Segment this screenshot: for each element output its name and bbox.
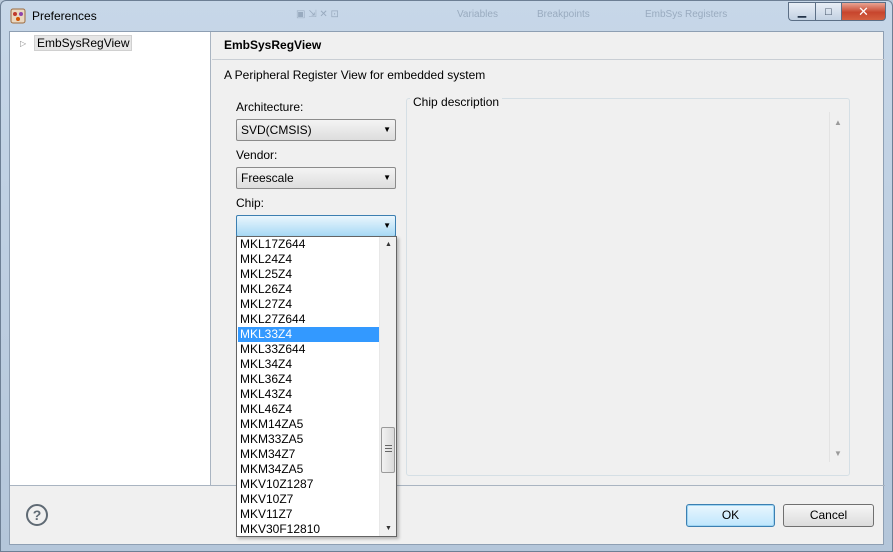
chip-option[interactable]: MKM34Z7 xyxy=(238,447,379,462)
preferences-app-icon xyxy=(10,8,26,24)
chip-option[interactable]: MKV10Z1287 xyxy=(238,477,379,492)
chip-option[interactable]: MKL27Z644 xyxy=(238,312,379,327)
chip-option[interactable]: MKL43Z4 xyxy=(238,387,379,402)
chip-option[interactable]: MKL17Z644 xyxy=(238,237,379,252)
chip-option[interactable]: MKL27Z4 xyxy=(238,297,379,312)
page-description: A Peripheral Register View for embedded … xyxy=(224,68,486,82)
vendor-select[interactable]: Freescale ▼ xyxy=(236,167,396,189)
chip-option[interactable]: MKM14ZA5 xyxy=(238,417,379,432)
tree-item-label: EmbSysRegView xyxy=(34,35,133,51)
close-icon: ✕ xyxy=(858,3,869,19)
cancel-button[interactable]: Cancel xyxy=(783,504,874,527)
title-separator xyxy=(212,59,885,60)
ghost-toolbar: ▣ ⇲ ✕ ⊡ xyxy=(296,9,339,20)
dialog-client-area: ▷ EmbSysRegView EmbSysRegView A Peripher… xyxy=(9,31,885,545)
vendor-label: Vendor: xyxy=(236,148,278,162)
chip-option[interactable]: MKV10Z7 xyxy=(238,492,379,507)
help-icon: ? xyxy=(32,507,42,523)
window-title: Preferences xyxy=(32,9,97,23)
preferences-tree[interactable]: ▷ EmbSysRegView xyxy=(10,32,211,485)
dropdown-scrollbar[interactable]: ▲ ▼ xyxy=(379,237,396,536)
page-title: EmbSysRegView xyxy=(224,38,322,52)
chip-option[interactable]: MKL34Z4 xyxy=(238,357,379,372)
grip-icon xyxy=(385,445,392,452)
chevron-down-icon: ▼ xyxy=(383,125,391,134)
chip-option[interactable]: MKL36Z4 xyxy=(238,372,379,387)
help-button[interactable]: ? xyxy=(26,504,48,526)
chip-option[interactable]: MKV30F12810 xyxy=(238,522,379,536)
scroll-down-icon[interactable]: ▼ xyxy=(834,449,842,458)
chip-option[interactable]: MKL26Z4 xyxy=(238,282,379,297)
chip-dropdown-list[interactable]: MKL17Z644 MKL24Z4 MKL25Z4 MKL26Z4 MKL27Z4 MKL… xyxy=(236,236,397,537)
chip-label: Chip: xyxy=(236,196,265,210)
chip-option[interactable]: MKL46Z4 xyxy=(238,402,379,417)
chip-option[interactable]: MKM33ZA5 xyxy=(238,432,379,447)
bottom-separator xyxy=(10,485,885,486)
minimize-button[interactable]: ▁ xyxy=(788,2,815,21)
architecture-value: SVD(CMSIS) xyxy=(241,123,312,137)
close-button[interactable]: ✕ xyxy=(841,2,886,21)
architecture-select[interactable]: SVD(CMSIS) ▼ xyxy=(236,119,396,141)
chip-description-text[interactable]: ▲ ▼ xyxy=(412,112,848,462)
chip-option[interactable]: MKL33Z4 xyxy=(238,327,379,342)
tree-item-embsysregview[interactable]: ▷ EmbSysRegView xyxy=(20,35,133,51)
chip-description-scrollbar[interactable]: ▲ ▼ xyxy=(829,112,846,462)
expand-arrow-icon[interactable]: ▷ xyxy=(20,39,30,48)
chip-option[interactable]: MKM34ZA5 xyxy=(238,462,379,477)
ghost-tab-registers: EmbSys Registers xyxy=(645,9,728,20)
ghost-tab-variables: Variables xyxy=(457,9,498,20)
chip-select[interactable]: ▼ xyxy=(236,215,396,237)
ghost-tab-breakpoints: Breakpoints xyxy=(537,9,590,20)
chip-description-label: Chip description xyxy=(410,95,503,109)
chip-option[interactable]: MKV11Z7 xyxy=(238,507,379,522)
chip-options: MKL17Z644 MKL24Z4 MKL25Z4 MKL26Z4 MKL27Z4 MKL… xyxy=(238,237,379,536)
scroll-up-icon[interactable]: ▲ xyxy=(380,237,396,252)
minimize-icon: ▁ xyxy=(797,6,807,18)
scroll-down-icon[interactable]: ▼ xyxy=(380,521,396,536)
chip-option[interactable]: MKL25Z4 xyxy=(238,267,379,282)
maximize-button[interactable]: □ xyxy=(815,2,841,21)
vendor-value: Freescale xyxy=(241,171,294,185)
preferences-window: Preferences ▣ ⇲ ✕ ⊡ Variables Breakpoint… xyxy=(0,0,893,552)
window-controls: ▁ □ ✕ xyxy=(788,2,886,22)
chip-option[interactable]: MKL24Z4 xyxy=(238,252,379,267)
maximize-icon: □ xyxy=(825,5,832,18)
architecture-label: Architecture: xyxy=(236,100,304,114)
chevron-down-icon: ▼ xyxy=(383,221,391,230)
scroll-up-icon[interactable]: ▲ xyxy=(834,118,842,127)
ok-button[interactable]: OK xyxy=(686,504,775,527)
chip-option[interactable]: MKL33Z644 xyxy=(238,342,379,357)
title-bar[interactable]: Preferences ▣ ⇲ ✕ ⊡ Variables Breakpoint… xyxy=(1,1,892,31)
chevron-down-icon: ▼ xyxy=(383,173,391,182)
scroll-thumb[interactable] xyxy=(381,427,395,473)
